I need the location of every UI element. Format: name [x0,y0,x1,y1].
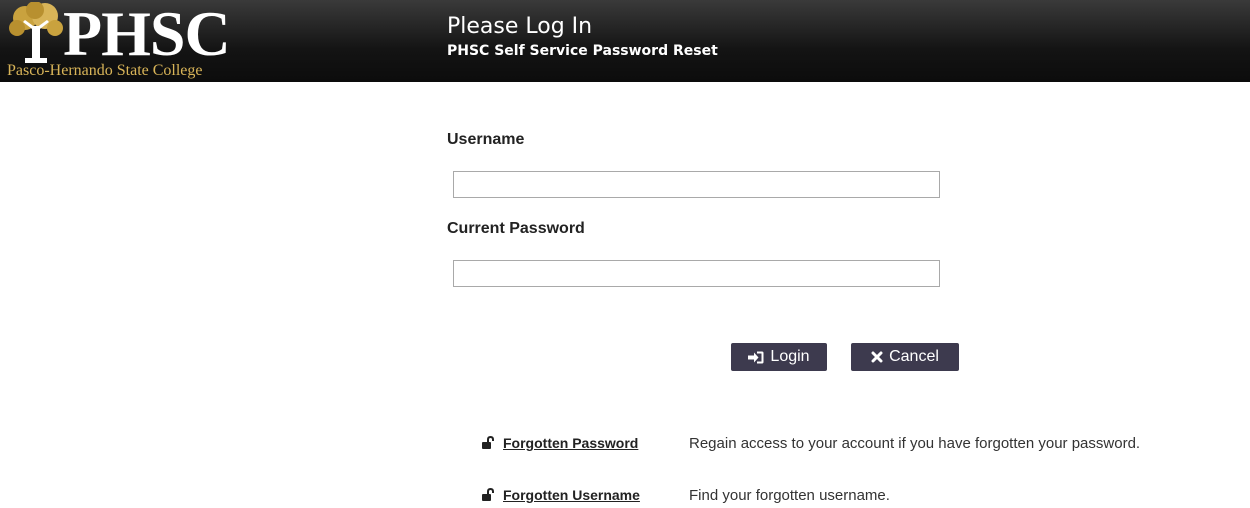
cancel-label: Cancel [889,348,939,365]
header-bar: PHSC Pasco-Hernando State College Please… [0,0,1250,82]
college-logo[interactable]: PHSC Pasco-Hernando State College [5,2,250,82]
page-title: Please Log In [447,14,593,39]
cancel-button[interactable]: Cancel [851,343,959,371]
username-input[interactable] [453,171,940,198]
login-button[interactable]: Login [731,343,827,371]
forgotten-password-link[interactable]: Forgotten Password [503,435,689,451]
username-label: Username [447,131,525,148]
unlock-icon [482,488,494,501]
forgotten-username-link[interactable]: Forgotten Username [503,487,689,503]
forgotten-password-row: Forgotten Password Regain access to your… [481,433,1140,453]
forgotten-username-row: Forgotten Username Find your forgotten u… [481,485,890,505]
login-label: Login [770,348,810,365]
unlock-icon [482,436,494,449]
page-subtitle: PHSC Self Service Password Reset [447,43,718,59]
password-input[interactable] [453,260,940,287]
close-icon [871,351,883,363]
forgotten-password-description: Regain access to your account if you hav… [689,434,1141,452]
forgotten-username-description: Find your forgotten username. [689,486,890,504]
tree-icon [9,2,63,63]
sign-in-icon [748,351,764,363]
password-label: Current Password [447,220,585,237]
logo-subtitle: Pasco-Hernando State College [7,62,203,79]
logo-wordmark: PHSC [63,0,231,69]
page: PHSC Pasco-Hernando State College Please… [0,0,1250,508]
